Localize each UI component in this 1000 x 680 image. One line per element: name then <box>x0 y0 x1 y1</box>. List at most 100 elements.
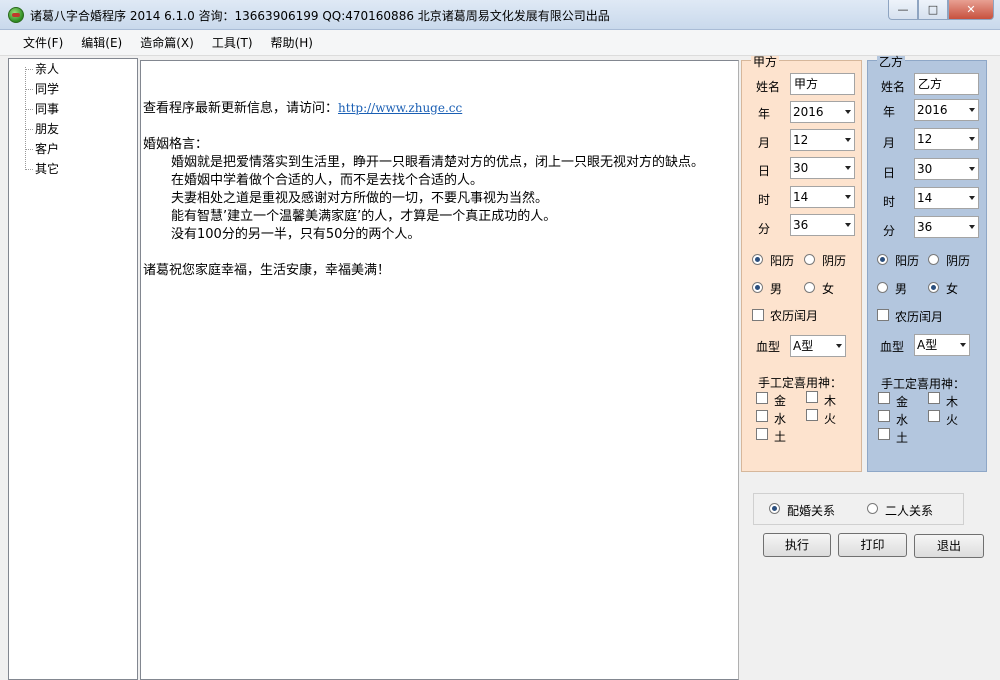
year-value: 2016 <box>793 105 824 119</box>
party-a-female-radio[interactable] <box>804 282 815 293</box>
solar-label: 阳历 <box>770 254 795 268</box>
tree-item-relatives[interactable]: 亲人 <box>25 59 59 79</box>
party-a-lunar-radio[interactable] <box>804 254 815 265</box>
pair-relation-radio[interactable] <box>867 503 878 514</box>
window-title: 诸葛八字合婚程序 2014 6.1.0 咨询：13663906199 QQ:47… <box>30 9 610 23</box>
result-text-area[interactable]: 查看程序最新更新信息，请访问：http://www.zhuge.cc 婚姻格言：… <box>140 60 739 680</box>
month-value: 12 <box>793 133 809 147</box>
tree-item-others[interactable]: 其它 <box>25 159 59 179</box>
marriage-relation-radio[interactable] <box>769 503 780 514</box>
party-a-earth-checkbox[interactable] <box>756 428 768 440</box>
party-a-year-select[interactable]: 2016 <box>790 101 855 123</box>
party-b-name-input[interactable]: 乙方 <box>914 73 979 95</box>
minute-label: 分 <box>758 222 771 236</box>
party-b-solar-radio[interactable] <box>877 254 888 265</box>
exit-button[interactable]: 退出 <box>914 534 984 558</box>
party-a-metal-checkbox[interactable] <box>756 392 768 404</box>
party-b-lunar-radio[interactable] <box>928 254 939 265</box>
party-b-metal-checkbox[interactable] <box>878 392 890 404</box>
party-b-fire-checkbox[interactable] <box>928 410 940 422</box>
party-a-male-radio[interactable] <box>752 282 763 293</box>
water-label: 水 <box>896 413 909 427</box>
party-b-month-select[interactable]: 12 <box>914 128 979 150</box>
menu-help[interactable]: 帮助(H) <box>262 30 322 56</box>
window-controls: — □ ✕ <box>888 0 994 20</box>
app-icon <box>8 7 24 23</box>
month-label: 月 <box>758 136 771 150</box>
hour-value: 14 <box>793 190 809 204</box>
menu-fate[interactable]: 造命篇(X) <box>131 30 203 56</box>
print-button[interactable]: 打印 <box>838 533 907 557</box>
run-button[interactable]: 执行 <box>763 533 831 557</box>
menu-tools[interactable]: 工具(T) <box>203 30 262 56</box>
menu-edit[interactable]: 编辑(E) <box>72 30 131 56</box>
motto-line: 夫妻相处之道是重视及感谢对方所做的一切，不要凡事视为当然。 <box>171 191 549 206</box>
party-a-minute-select[interactable]: 36 <box>790 214 855 236</box>
hour-label: 时 <box>883 195 896 209</box>
lunar-label: 阴历 <box>822 254 847 268</box>
party-a-water-checkbox[interactable] <box>756 410 768 422</box>
party-b-wood-checkbox[interactable] <box>928 392 940 404</box>
minute-label: 分 <box>883 224 896 238</box>
party-a-wood-checkbox[interactable] <box>806 391 818 403</box>
party-b-earth-checkbox[interactable] <box>878 428 890 440</box>
wood-label: 木 <box>824 394 837 408</box>
blood-label: 血型 <box>880 340 905 354</box>
tree-item-friends[interactable]: 朋友 <box>25 119 59 139</box>
party-a-hour-select[interactable]: 14 <box>790 186 855 208</box>
party-b-water-checkbox[interactable] <box>878 410 890 422</box>
party-a-name-input[interactable]: 甲方 <box>790 73 855 95</box>
female-label: 女 <box>946 282 959 296</box>
party-b-hour-select[interactable]: 14 <box>914 187 979 209</box>
maximize-button[interactable]: □ <box>918 0 948 20</box>
hour-label: 时 <box>758 193 771 207</box>
motto-title: 婚姻格言： <box>143 137 209 152</box>
party-b-female-radio[interactable] <box>928 282 939 293</box>
party-b-year-select[interactable]: 2016 <box>914 99 979 121</box>
month-label: 月 <box>883 136 896 150</box>
party-a-solar-radio[interactable] <box>752 254 763 265</box>
party-a-blood-select[interactable]: A型 <box>790 335 846 357</box>
minute-value: 36 <box>793 218 809 232</box>
metal-label: 金 <box>774 394 787 408</box>
year-value: 2016 <box>917 103 948 117</box>
close-button[interactable]: ✕ <box>948 0 994 20</box>
fire-label: 火 <box>824 412 837 426</box>
metal-label: 金 <box>896 395 909 409</box>
chevron-down-icon <box>969 137 975 141</box>
chevron-down-icon <box>845 223 851 227</box>
party-a-day-select[interactable]: 30 <box>790 157 855 179</box>
minute-value: 36 <box>917 220 933 234</box>
chevron-down-icon <box>969 167 975 171</box>
chevron-down-icon <box>845 195 851 199</box>
minimize-button[interactable]: — <box>888 0 918 20</box>
update-link[interactable]: http://www.zhuge.cc <box>338 101 462 115</box>
party-a-fire-checkbox[interactable] <box>806 409 818 421</box>
party-a-leap-checkbox[interactable] <box>752 309 764 321</box>
tree-item-colleagues[interactable]: 同事 <box>25 99 59 119</box>
chevron-down-icon <box>836 344 842 348</box>
chevron-down-icon <box>845 166 851 170</box>
party-b-day-select[interactable]: 30 <box>914 158 979 180</box>
earth-label: 土 <box>896 431 909 445</box>
party-b-male-radio[interactable] <box>877 282 888 293</box>
lunar-label: 阴历 <box>946 254 971 268</box>
party-b-leap-checkbox[interactable] <box>877 309 889 321</box>
leap-label: 农历闰月 <box>895 310 944 324</box>
tree-item-classmates[interactable]: 同学 <box>25 79 59 99</box>
title-bar: 诸葛八字合婚程序 2014 6.1.0 咨询：13663906199 QQ:47… <box>0 0 1000 30</box>
year-label: 年 <box>758 107 771 121</box>
party-b-minute-select[interactable]: 36 <box>914 216 979 238</box>
hour-value: 14 <box>917 191 933 205</box>
name-label: 姓名 <box>756 80 781 94</box>
party-b-blood-select[interactable]: A型 <box>914 334 970 356</box>
menu-file[interactable]: 文件(F) <box>14 30 72 56</box>
earth-label: 土 <box>774 430 787 444</box>
party-a-title: 甲方 <box>751 55 780 69</box>
tree-item-clients[interactable]: 客户 <box>25 139 59 159</box>
category-tree: 亲人 同学 同事 朋友 客户 其它 <box>8 58 138 680</box>
party-a-month-select[interactable]: 12 <box>790 129 855 151</box>
party-a-panel: 甲方 姓名 甲方 年 2016 月 12 日 30 时 14 分 36 阳历 阴… <box>741 56 862 472</box>
